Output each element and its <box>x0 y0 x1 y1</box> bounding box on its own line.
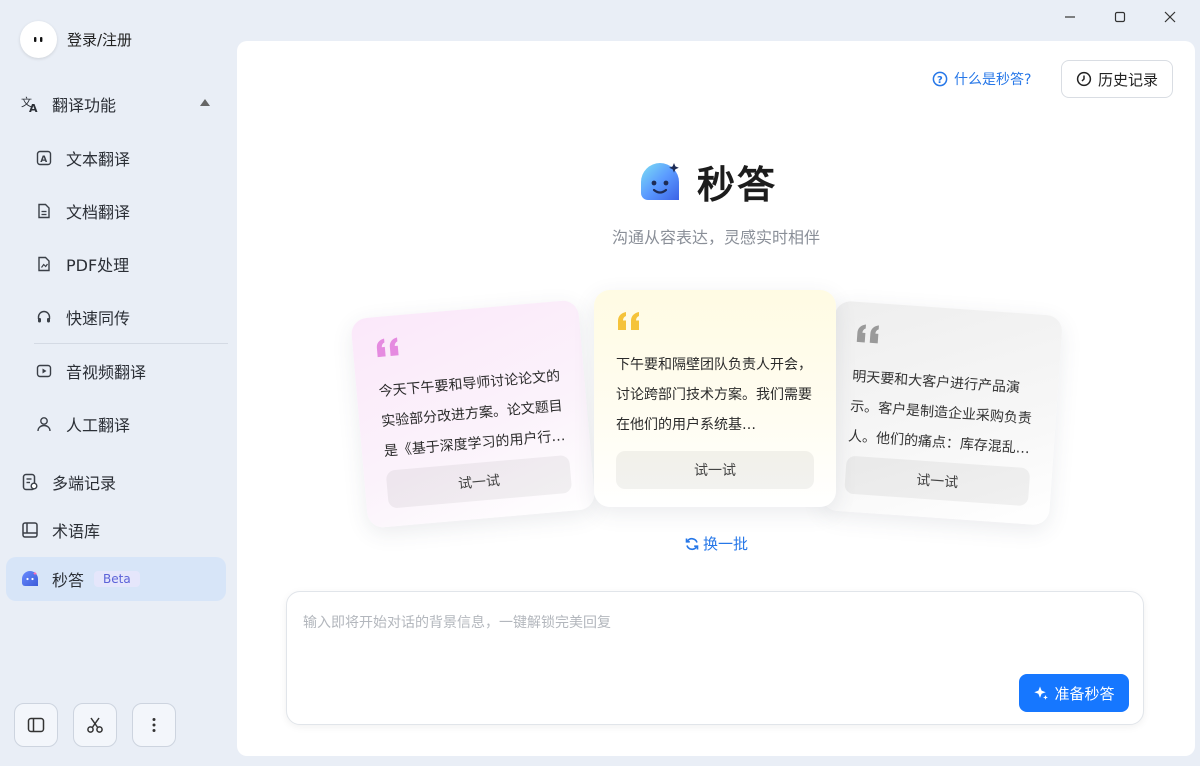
toggle-sidebar-button[interactable] <box>14 703 58 747</box>
translate-icon: 文A <box>20 94 40 114</box>
more-options-button[interactable] <box>132 703 176 747</box>
svg-text:A: A <box>29 102 38 114</box>
svg-text:?: ? <box>937 75 943 86</box>
headset-icon <box>34 307 54 327</box>
sidebar-item-pdf[interactable]: PDF处理 <box>6 242 226 286</box>
sidebar-item-label: 文本翻译 <box>66 150 131 169</box>
refresh-batch-label: 换一批 <box>703 535 749 553</box>
sidebar-item-document-translate[interactable]: 文档翻译 <box>6 189 226 233</box>
scissors-icon <box>87 717 103 733</box>
sidebar-section-label: 翻译功能 <box>52 96 117 115</box>
what-is-miaoda-link[interactable]: ? 什么是秒答? <box>932 69 1031 89</box>
example-card[interactable]: 下午要和隔壁团队负责人开会，讨论跨部门技术方案。我们需要在他们的用户系统基… 试… <box>594 290 836 507</box>
minimize-icon <box>1065 16 1075 18</box>
main-panel: ? 什么是秒答? 历史记录 秒答 沟通从容表达，灵感实时相伴 今天下午要和导师讨… <box>237 41 1195 756</box>
sidebar-item-multi-record[interactable]: 多端记录 <box>6 460 226 504</box>
brand-header: 秒答 <box>637 154 777 209</box>
more-vertical-icon <box>152 718 156 732</box>
sidebar-item-text-translate[interactable]: A 文本翻译 <box>6 136 226 180</box>
what-is-miaoda-label: 什么是秒答? <box>954 72 1032 88</box>
sidebar-item-av-translate[interactable]: 音视频翻译 <box>6 349 226 393</box>
text-translate-icon: A <box>34 148 54 168</box>
miaoda-logo-icon <box>641 162 679 200</box>
example-card-text: 明天要和大客户进行产品演示。客户是制造企业采购负责人。他们的痛点：库存混乱… <box>847 368 1033 458</box>
prepare-answer-button[interactable]: 准备秒答 <box>1019 674 1129 712</box>
book-icon <box>20 520 40 540</box>
close-button[interactable] <box>1152 4 1188 30</box>
try-button[interactable]: 试一试 <box>616 451 814 489</box>
video-icon <box>34 361 54 381</box>
refresh-batch-button[interactable]: 换一批 <box>684 533 748 554</box>
user-login[interactable]: 登录/注册 <box>20 21 132 58</box>
sidebar: 登录/注册 文A 翻译功能 A 文本翻译 文档翻译 PDF处理 快速同传 音视频… <box>0 0 236 766</box>
clock-icon <box>1076 71 1092 87</box>
record-icon <box>20 472 40 492</box>
refresh-icon <box>685 537 699 550</box>
context-input-box: 准备秒答 <box>286 591 1144 725</box>
sidebar-section-translate[interactable]: 文A 翻译功能 <box>6 82 226 126</box>
example-card-text: 今天下午要和导师讨论论文的实验部分改进方案。论文题目是《基于深度学习的用户行… <box>378 368 566 460</box>
sparkle-icon <box>1034 686 1049 700</box>
sidebar-divider <box>34 343 228 344</box>
sidebar-item-label: 多端记录 <box>52 474 117 493</box>
window-controls <box>1052 4 1188 30</box>
minimize-button[interactable] <box>1052 4 1088 30</box>
context-input[interactable] <box>301 610 1125 674</box>
quote-icon <box>618 312 639 330</box>
collapse-caret-icon[interactable] <box>200 99 210 106</box>
avatar-face-icon <box>33 36 42 42</box>
sidebar-item-simultaneous[interactable]: 快速同传 <box>6 295 226 339</box>
maximize-button[interactable] <box>1102 4 1138 30</box>
login-register-link[interactable]: 登录/注册 <box>67 29 132 50</box>
beta-badge: Beta <box>94 571 140 587</box>
history-label: 历史记录 <box>1097 70 1158 89</box>
quote-icon <box>376 337 399 358</box>
quote-icon <box>856 324 879 344</box>
sidebar-item-label: 文档翻译 <box>66 203 131 222</box>
example-card[interactable]: 今天下午要和导师讨论论文的实验部分改进方案。论文题目是《基于深度学习的用户行… … <box>350 299 596 529</box>
sidebar-item-human-translate[interactable]: 人工翻译 <box>6 402 226 446</box>
prepare-answer-label: 准备秒答 <box>1054 684 1115 703</box>
person-icon <box>34 414 54 434</box>
miaoda-icon <box>20 569 40 589</box>
sidebar-item-label: 秒答 <box>52 571 85 590</box>
maximize-icon <box>1114 11 1126 23</box>
avatar[interactable] <box>20 21 57 58</box>
page-title: 秒答 <box>697 163 778 207</box>
sidebar-item-label: 快速同传 <box>66 309 131 328</box>
pdf-icon <box>34 254 54 274</box>
sidebar-item-label: 人工翻译 <box>66 416 131 435</box>
try-button[interactable]: 试一试 <box>844 455 1031 507</box>
question-circle-icon: ? <box>932 71 948 87</box>
sidebar-item-miaoda[interactable]: 秒答 Beta <box>6 557 226 601</box>
sidebar-item-label: 术语库 <box>52 522 101 541</box>
sidebar-item-label: PDF处理 <box>66 256 130 275</box>
example-card[interactable]: 明天要和大客户进行产品演示。客户是制造企业采购负责人。他们的痛点：库存混乱… 试… <box>820 300 1064 526</box>
svg-text:A: A <box>40 155 47 165</box>
close-icon <box>1164 11 1176 23</box>
sidebar-toolbar <box>14 703 176 747</box>
sidebar-panel-icon <box>27 717 45 733</box>
tagline: 沟通从容表达，灵感实时相伴 <box>611 228 820 247</box>
sidebar-item-termbase[interactable]: 术语库 <box>6 508 226 552</box>
sidebar-item-label: 音视频翻译 <box>66 363 147 382</box>
example-card-text: 下午要和隔壁团队负责人开会，讨论跨部门技术方案。我们需要在他们的用户系统基… <box>616 357 812 433</box>
document-icon <box>34 201 54 221</box>
history-button[interactable]: 历史记录 <box>1061 60 1173 98</box>
screenshot-button[interactable] <box>73 703 117 747</box>
